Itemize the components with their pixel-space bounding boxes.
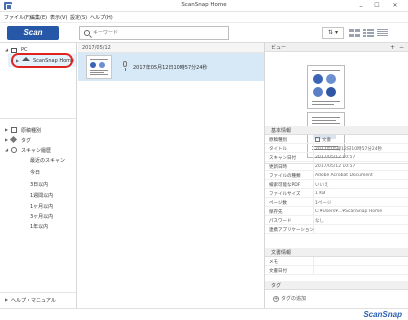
thumbnail-view-icon[interactable] xyxy=(348,27,361,39)
filter-tag[interactable]: ▶ タグ xyxy=(0,135,77,145)
sidebar-divider xyxy=(0,292,77,293)
history-3months[interactable]: 3ヶ月以内 xyxy=(30,213,53,220)
tag-icon xyxy=(9,135,18,144)
document-icon xyxy=(315,137,320,142)
menu-edit[interactable]: 編集(E) xyxy=(30,14,47,21)
prop-memo[interactable]: メモ xyxy=(265,257,408,266)
file-row[interactable]: 2017年05月12日10時57分24秒 xyxy=(78,53,264,81)
tag-section-header[interactable]: タグ xyxy=(265,281,408,290)
prop-password: パスワード なし xyxy=(265,216,408,225)
basic-info-header[interactable]: 基本情報 xyxy=(265,126,408,135)
minimize-button[interactable]: – xyxy=(354,1,368,11)
plus-circle-icon: + xyxy=(273,296,279,302)
menu-file[interactable]: ファイル(F) xyxy=(4,14,31,21)
filter-document-type[interactable]: ▶ 原稿種別 xyxy=(0,126,77,135)
microphone-icon xyxy=(123,61,127,71)
preview-page-1 xyxy=(307,65,345,109)
history-1week[interactable]: 1週間以内 xyxy=(30,192,53,199)
brand-logo: ScanSnap xyxy=(363,310,402,319)
preview-section-header[interactable]: ビュー + − xyxy=(265,43,408,52)
toolbar: Scan ⇅ ▾ xyxy=(0,23,408,43)
prop-title[interactable]: タイトル 2017年05月12日10時57分24秒 xyxy=(265,144,408,153)
prop-file-type: ファイルの種類 Adobe Acrobat Document xyxy=(265,171,408,180)
window-title: ScanSnap Home xyxy=(181,2,227,8)
doc-type-value[interactable]: 文書 xyxy=(315,137,407,143)
expand-arrow-icon[interactable]: ▶ xyxy=(5,127,8,132)
history-3days[interactable]: 3日以内 xyxy=(30,181,48,188)
prop-linked-app: 連携アプリケーション xyxy=(265,225,408,234)
file-thumbnail[interactable] xyxy=(86,55,112,79)
content-list: 2017/05/12 2017年05月12日10時57分24秒 xyxy=(78,43,264,308)
title-bar: ScanSnap Home – ☐ ✕ xyxy=(0,0,408,12)
help-manual[interactable]: ▶ ヘルプ・マニュアル xyxy=(0,296,77,305)
zoom-in-button[interactable]: + xyxy=(390,44,395,51)
detail-panel: ビュー + − 基本情報 原稿種別 文書 タイトル 2017年05月12日10時… xyxy=(264,43,408,308)
history-1month[interactable]: 1ヶ月以内 xyxy=(30,203,53,210)
scan-button[interactable]: Scan xyxy=(7,26,59,40)
prop-location: 保存先 C:¥Users¥...¥ScanSnap Home xyxy=(265,207,408,216)
document-type-icon xyxy=(11,127,17,133)
highlight-ellipse xyxy=(11,53,73,68)
search-box[interactable] xyxy=(79,26,229,40)
file-name: 2017年05月12日10時57分24秒 xyxy=(133,65,208,71)
menu-bar: ファイル(F) 編集(E) 表示(V) 設定(S) ヘルプ(H) xyxy=(0,12,408,23)
detail-view-icon[interactable] xyxy=(376,27,389,39)
date-group-header[interactable]: 2017/05/12 xyxy=(78,43,264,53)
prop-searchable-pdf: 検索可能なPDF いいえ xyxy=(265,180,408,189)
sort-button[interactable]: ⇅ ▾ xyxy=(322,27,344,39)
history-today[interactable]: 今日 xyxy=(30,169,40,176)
prop-doc-date[interactable]: 文書日付 xyxy=(265,266,408,275)
list-view-icon[interactable] xyxy=(362,27,375,39)
filter-scan-history[interactable]: ◢ スキャン履歴 xyxy=(0,146,77,155)
expand-arrow-icon[interactable]: ▶ xyxy=(5,297,8,302)
expand-arrow-icon[interactable]: ▶ xyxy=(5,137,8,142)
menu-view[interactable]: 表示(V) xyxy=(50,14,67,21)
history-1year[interactable]: 1年以内 xyxy=(30,223,48,230)
add-tag-button[interactable]: + タグの追加 xyxy=(273,295,306,302)
history-recent[interactable]: 最近のスキャン xyxy=(30,157,65,164)
maximize-button[interactable]: ☐ xyxy=(370,1,384,11)
close-button[interactable]: ✕ xyxy=(388,1,402,11)
menu-settings[interactable]: 設定(S) xyxy=(70,14,87,21)
menu-help[interactable]: ヘルプ(H) xyxy=(90,14,113,21)
prop-file-size: ファイルサイズ 1 KB xyxy=(265,189,408,198)
sidebar-divider xyxy=(0,118,77,119)
collapse-arrow-icon[interactable]: ◢ xyxy=(5,147,8,152)
prop-page-count: ページ数 1ページ xyxy=(265,198,408,207)
zoom-out-button[interactable]: − xyxy=(399,44,404,51)
prop-modified: 更新日時 2017/05/12 10:57 xyxy=(265,162,408,171)
clock-icon xyxy=(11,147,17,153)
search-input[interactable] xyxy=(93,28,223,38)
prop-doc-type: 原稿種別 文書 xyxy=(265,135,408,144)
prop-scan-date: スキャン日付 2017/05/12 10:57 xyxy=(265,153,408,162)
search-icon xyxy=(84,30,90,36)
status-bar: ScanSnap xyxy=(0,308,408,320)
doc-info-header[interactable]: 文書情報 xyxy=(265,248,408,257)
collapse-arrow-icon[interactable]: ◢ xyxy=(5,47,8,52)
